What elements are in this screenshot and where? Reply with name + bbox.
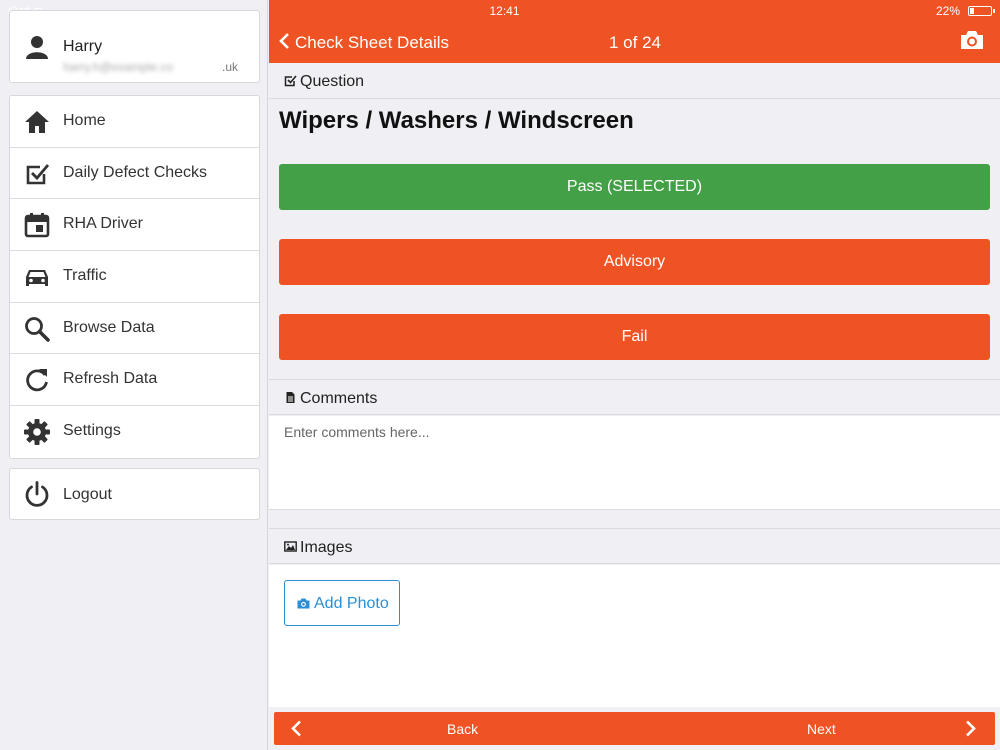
sidebar-item-rha-driver[interactable]: RHA Driver bbox=[10, 199, 259, 252]
user-email-tail: .uk bbox=[222, 60, 239, 74]
chevron-left-icon bbox=[291, 720, 301, 737]
sidebar-item-daily-defect-checks[interactable]: Daily Defect Checks bbox=[10, 148, 259, 200]
image-icon bbox=[284, 541, 297, 552]
refresh-icon bbox=[26, 369, 48, 392]
sidebar-item-label: Home bbox=[63, 112, 106, 129]
user-name: Harry bbox=[63, 38, 103, 55]
back-chevron-icon[interactable] bbox=[277, 32, 291, 50]
sidebar-item-browse-data[interactable]: Browse Data bbox=[10, 303, 259, 355]
main-panel: 12:41 22% Check Sheet Details 1 of 24 Qu… bbox=[269, 0, 1000, 750]
sidebar-item-refresh-data[interactable]: Refresh Data bbox=[10, 354, 259, 407]
images-panel: Add Photo bbox=[269, 565, 1000, 707]
next-button[interactable]: Next bbox=[634, 712, 995, 745]
sidebar-item-label: Daily Defect Checks bbox=[63, 163, 208, 181]
camera-icon[interactable] bbox=[959, 29, 985, 51]
header-bar: 12:41 22% Check Sheet Details 1 of 24 bbox=[269, 0, 1000, 63]
question-section-label: Question bbox=[300, 73, 365, 90]
advisory-button[interactable]: Advisory bbox=[279, 239, 990, 285]
next-label: Next bbox=[807, 721, 836, 737]
sidebar-menu: Home Daily Defect Checks RHA Driver Traf… bbox=[9, 95, 260, 459]
logout-label: Logout bbox=[63, 486, 112, 503]
question-counter: 1 of 24 bbox=[609, 33, 661, 52]
home-icon bbox=[25, 111, 49, 133]
images-section-header: Images bbox=[269, 528, 1000, 564]
comments-panel bbox=[269, 416, 1000, 510]
comments-section-header: Comments bbox=[269, 379, 1000, 415]
sidebar-item-label: Browse Data bbox=[63, 318, 155, 336]
sidebar: iPad ᯤ Harry harry.h@example.co .uk Home… bbox=[0, 0, 268, 750]
sidebar-item-home[interactable]: Home bbox=[10, 96, 259, 148]
question-section-header: Question bbox=[269, 63, 1000, 99]
sidebar-item-label: RHA Driver bbox=[63, 215, 144, 233]
chevron-right-icon bbox=[966, 720, 976, 737]
battery-nub bbox=[993, 9, 995, 13]
checkbox-icon bbox=[26, 163, 50, 184]
checkbox-icon bbox=[284, 75, 297, 87]
add-photo-button[interactable]: Add Photo bbox=[284, 580, 400, 626]
user-email: harry.h@example.co bbox=[63, 60, 174, 74]
status-bar-time: 12:41 bbox=[489, 4, 520, 18]
fail-button[interactable]: Fail bbox=[279, 314, 990, 360]
camera-icon bbox=[297, 598, 310, 609]
document-icon bbox=[286, 392, 295, 403]
gear-icon bbox=[24, 419, 50, 446]
pass-button[interactable]: Pass (SELECTED) bbox=[279, 164, 990, 210]
images-section-label: Images bbox=[300, 539, 353, 556]
back-button[interactable]: Back bbox=[274, 712, 634, 745]
user-avatar-icon bbox=[26, 36, 48, 59]
calendar-icon bbox=[24, 213, 50, 238]
page-title[interactable]: Check Sheet Details bbox=[295, 33, 449, 53]
search-icon bbox=[25, 316, 50, 342]
sidebar-item-traffic[interactable]: Traffic bbox=[10, 251, 259, 303]
footer-nav: Back Next bbox=[274, 712, 995, 745]
comments-section-label: Comments bbox=[300, 390, 378, 407]
question-panel: Wipers / Washers / Windscreen Pass (SELE… bbox=[269, 99, 1000, 379]
car-icon bbox=[26, 270, 48, 287]
status-bar-battery: 22% bbox=[935, 4, 960, 18]
back-label: Back bbox=[447, 721, 479, 737]
logout-button[interactable]: Logout bbox=[9, 468, 260, 520]
user-card[interactable]: Harry harry.h@example.co .uk bbox=[9, 10, 260, 83]
question-title: Wipers / Washers / Windscreen bbox=[279, 107, 634, 134]
comments-input[interactable] bbox=[269, 416, 1000, 508]
battery-icon bbox=[968, 6, 992, 16]
add-photo-label: Add Photo bbox=[314, 595, 389, 612]
power-icon bbox=[25, 481, 49, 507]
sidebar-item-settings[interactable]: Settings bbox=[10, 406, 259, 458]
sidebar-item-label: Settings bbox=[63, 422, 121, 440]
sidebar-item-label: Traffic bbox=[63, 267, 107, 285]
sidebar-item-label: Refresh Data bbox=[63, 370, 158, 388]
